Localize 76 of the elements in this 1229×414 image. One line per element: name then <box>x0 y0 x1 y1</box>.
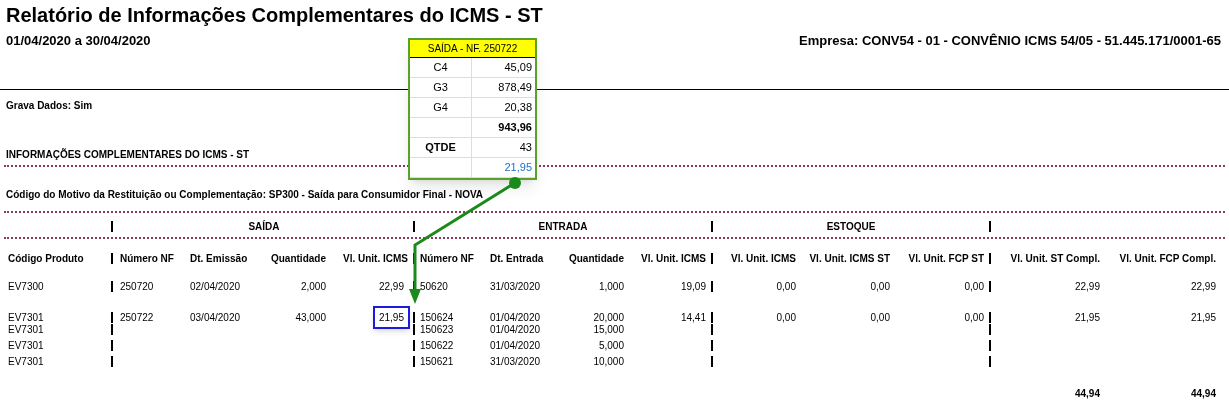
table-cell-text: 0,00 <box>870 310 890 325</box>
table-cell-text: 0,00 <box>776 310 796 325</box>
table-cell-text: 150624 <box>420 310 454 325</box>
table-cell-text: 150621 <box>420 355 454 369</box>
callout-value: 943,96 <box>498 120 532 136</box>
table-cell-text: 250722 <box>120 310 154 325</box>
table-cell-text: 0,00 <box>964 279 984 294</box>
company-info: Empresa: CONV54 - 01 - CONVÊNIO ICMS 54/05 - 51.445.171/0001-65 <box>799 32 1221 50</box>
column-header: Vl. Unit. ST Compl. <box>1010 252 1100 266</box>
column-header: Número NF <box>120 252 174 266</box>
column-header: Código Produto <box>8 252 84 266</box>
motivo-text: Código do Motivo da Restituição ou Complementação: SP300 - Saída para Consumidor Final - NOVA <box>6 188 484 200</box>
table-cell-text: 0,00 <box>776 279 796 294</box>
table-cell-text: 31/03/2020 <box>490 355 541 369</box>
column-header: Vl. Unit. ICMS <box>641 252 706 266</box>
callout-label: G3 <box>433 80 448 96</box>
table-cell-text: 03/04/2020 <box>190 310 241 325</box>
table-cell-text: 0,00 <box>870 279 890 294</box>
table-cell-text: 150622 <box>420 339 454 353</box>
report-title: Relatório de Informações Complementares do ICMS - ST <box>6 3 543 27</box>
table-cell-text: EV7301 <box>8 339 44 353</box>
table-cell-text: EV7301 <box>8 310 44 325</box>
table-cell-text: 02/04/2020 <box>190 279 241 294</box>
table-cell-text: 01/04/2020 <box>490 339 541 353</box>
group-header: SAÍDA <box>248 221 280 232</box>
callout-title: SAÍDA - NF. 250722 <box>410 40 535 58</box>
table-cell-text: 21,95 <box>1190 310 1216 325</box>
table-cell-text: 1,000 <box>598 279 624 294</box>
table-cell-text: 0,00 <box>964 310 984 325</box>
table-cell-text: 01/04/2020 <box>490 323 541 337</box>
callout-value: 878,49 <box>498 80 532 96</box>
column-header: Vl. Unit. FCP Compl. <box>1119 252 1216 266</box>
table-cell-text: EV7301 <box>8 323 44 337</box>
column-header: Vl. Unit. ICMS <box>343 252 408 266</box>
group-header: ESTOQUE <box>826 221 876 232</box>
column-header: Vl. Unit. ICMS <box>731 252 796 266</box>
table-cell-text: 31/03/2020 <box>490 279 541 294</box>
table-cell-text: 22,99 <box>1074 279 1100 294</box>
column-header: Número NF <box>420 252 474 266</box>
total-value: 44,94 <box>1074 387 1100 401</box>
table-cell-text: 19,09 <box>680 279 706 294</box>
table-cell-text: 5,000 <box>598 339 624 353</box>
table-cell-text: 01/04/2020 <box>490 310 541 325</box>
table-cell-text: EV7301 <box>8 355 44 369</box>
column-header: Quantidade <box>569 252 624 266</box>
table-cell-text: 20,000 <box>593 310 624 325</box>
group-header: ENTRADA <box>538 221 588 232</box>
section-title: INFORMAÇÕES COMPLEMENTARES DO ICMS - ST <box>6 148 250 160</box>
total-value: 44,94 <box>1190 387 1216 401</box>
table-cell-text: 21,95 <box>1074 310 1100 325</box>
table-cell-text: 150623 <box>420 323 454 337</box>
table-cell-text: 22,99 <box>1190 279 1216 294</box>
table-cell-text: 15,000 <box>593 323 624 337</box>
table-cell-text: 10,000 <box>593 355 624 369</box>
table-cell-text: 22,99 <box>377 279 405 294</box>
callout-value: 43 <box>519 140 532 156</box>
callout-value: 20,38 <box>504 100 532 116</box>
highlighted-cell: 21,95 <box>372 305 410 329</box>
callout-label: QTDE <box>425 140 456 156</box>
column-header: Dt. Emissão <box>190 252 248 266</box>
column-header: Vl. Unit. ICMS ST <box>809 252 890 266</box>
table-cell-text: EV7300 <box>8 279 44 294</box>
column-header: Vl. Unit. FCP ST <box>908 252 984 266</box>
report-period: 01/04/2020 a 30/04/2020 <box>6 32 151 50</box>
table-cell-text: 14,41 <box>680 310 706 325</box>
callout-value: 21,95 <box>504 160 532 176</box>
table-cell-text: 43,000 <box>295 310 326 325</box>
callout-value: 45,09 <box>504 60 532 76</box>
column-header: Quantidade <box>271 252 326 266</box>
callout-label: G4 <box>433 100 448 116</box>
table-cell-text: 250720 <box>120 279 154 294</box>
table-cell-text: 50620 <box>420 279 448 294</box>
table-cell-text: 2,000 <box>300 279 326 294</box>
grava-dados-label: Grava Dados: Sim <box>6 99 93 111</box>
callout-label: C4 <box>433 60 448 76</box>
column-header: Dt. Entrada <box>490 252 544 266</box>
